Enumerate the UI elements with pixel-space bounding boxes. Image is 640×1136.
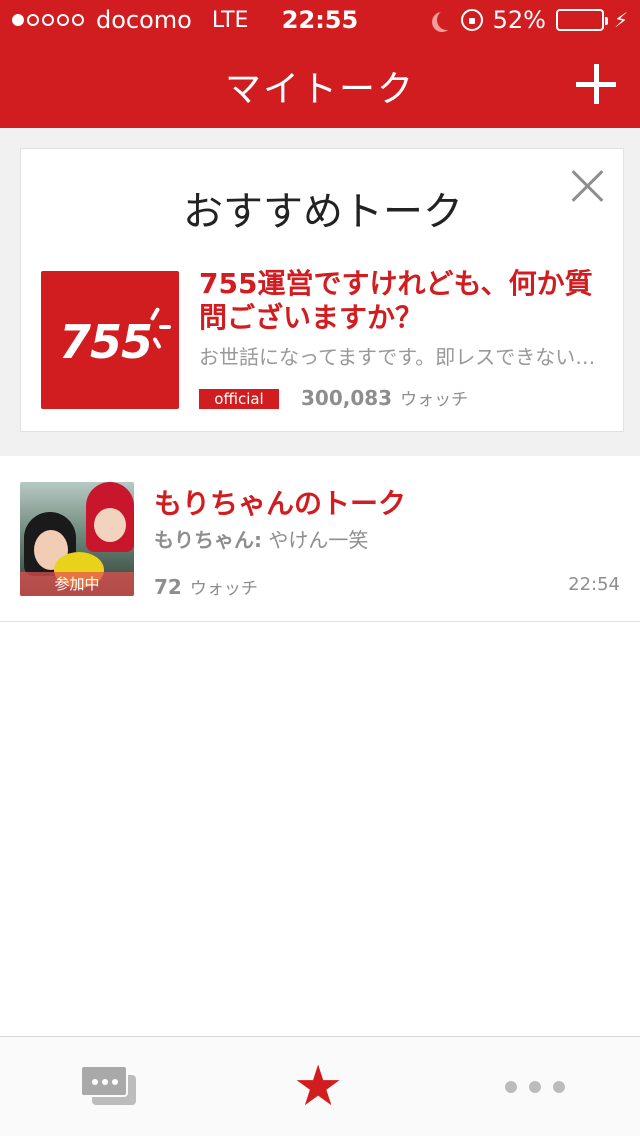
rotation-lock-icon [460, 9, 483, 31]
battery-percent: 52% [492, 6, 546, 34]
watch-label: ウォッチ [189, 579, 258, 599]
more-icon [505, 1081, 565, 1093]
tab-talks[interactable] [0, 1037, 213, 1136]
watch-label: ウォッチ [400, 390, 469, 410]
chat-bubbles-icon [80, 1065, 136, 1109]
official-badge: official [199, 389, 279, 409]
tab-bar: ★ [0, 1036, 640, 1136]
talk-avatar[interactable]: 参加中 [20, 482, 134, 596]
close-icon[interactable] [571, 169, 605, 203]
talk-list-item[interactable]: 参加中 もりちゃんのトーク もりちゃん: やけん一笑 72 ウォッチ 22:54 [0, 456, 640, 622]
recommended-section: おすすめトーク 755 755運営ですけれども、何か質問ございますか？ お世話に… [0, 128, 640, 456]
talk-thumbnail-755-logo[interactable]: 755 [41, 271, 179, 409]
star-icon: ★ [293, 1054, 344, 1119]
add-talk-button[interactable] [576, 64, 616, 104]
status-bar: docomo LTE 22:55 52% ⚡ [0, 0, 640, 40]
logo-spark [159, 325, 171, 329]
do-not-disturb-moon-icon [437, 10, 457, 30]
watch-count-number: 72 [154, 575, 182, 599]
chat-dot [112, 1079, 118, 1085]
avatar-face [94, 508, 126, 542]
page-title: マイトーク [224, 69, 415, 110]
battery-icon [555, 9, 608, 31]
talk-timestamp: 22:54 [568, 574, 620, 595]
charging-bolt-icon: ⚡ [613, 8, 628, 32]
more-dot [553, 1081, 565, 1093]
recommended-talk-name[interactable]: 755運営ですけれども、何か質問ございますか？ [199, 267, 609, 335]
tab-my-talk[interactable]: ★ [213, 1037, 426, 1136]
tab-more[interactable] [427, 1037, 640, 1136]
watch-count-number: 300,083 [301, 386, 393, 410]
recommended-watch-count: 300,083 ウォッチ [301, 385, 468, 410]
recommended-card[interactable]: おすすめトーク 755 755運営ですけれども、何か質問ございますか？ お世話に… [20, 148, 624, 432]
logo-spark [152, 336, 162, 350]
talk-last-message: もりちゃん: やけん一笑 [154, 524, 368, 553]
avatar-person-right [86, 482, 134, 552]
recommended-talk-description: お世話になってますです。即レスできない… [199, 345, 596, 369]
logo-spark [149, 306, 161, 322]
recommended-header: おすすめトーク [183, 189, 463, 235]
joined-badge: 参加中 [20, 572, 134, 596]
more-dot [529, 1081, 541, 1093]
app-header: docomo LTE 22:55 52% ⚡ マイトーク [0, 0, 640, 128]
logo-text: 755 [59, 315, 153, 369]
chat-dot [92, 1079, 98, 1085]
talk-watch-count: 72 ウォッチ [154, 574, 258, 599]
status-right: 52% ⚡ [431, 6, 628, 34]
talk-last-sender: もりちゃん: [154, 528, 262, 552]
chat-bubble-front [80, 1065, 128, 1097]
chat-dot [102, 1079, 108, 1085]
talk-name: もりちゃんのトーク [154, 487, 407, 520]
more-dot [505, 1081, 517, 1093]
talk-last-text: やけん一笑 [268, 528, 369, 552]
